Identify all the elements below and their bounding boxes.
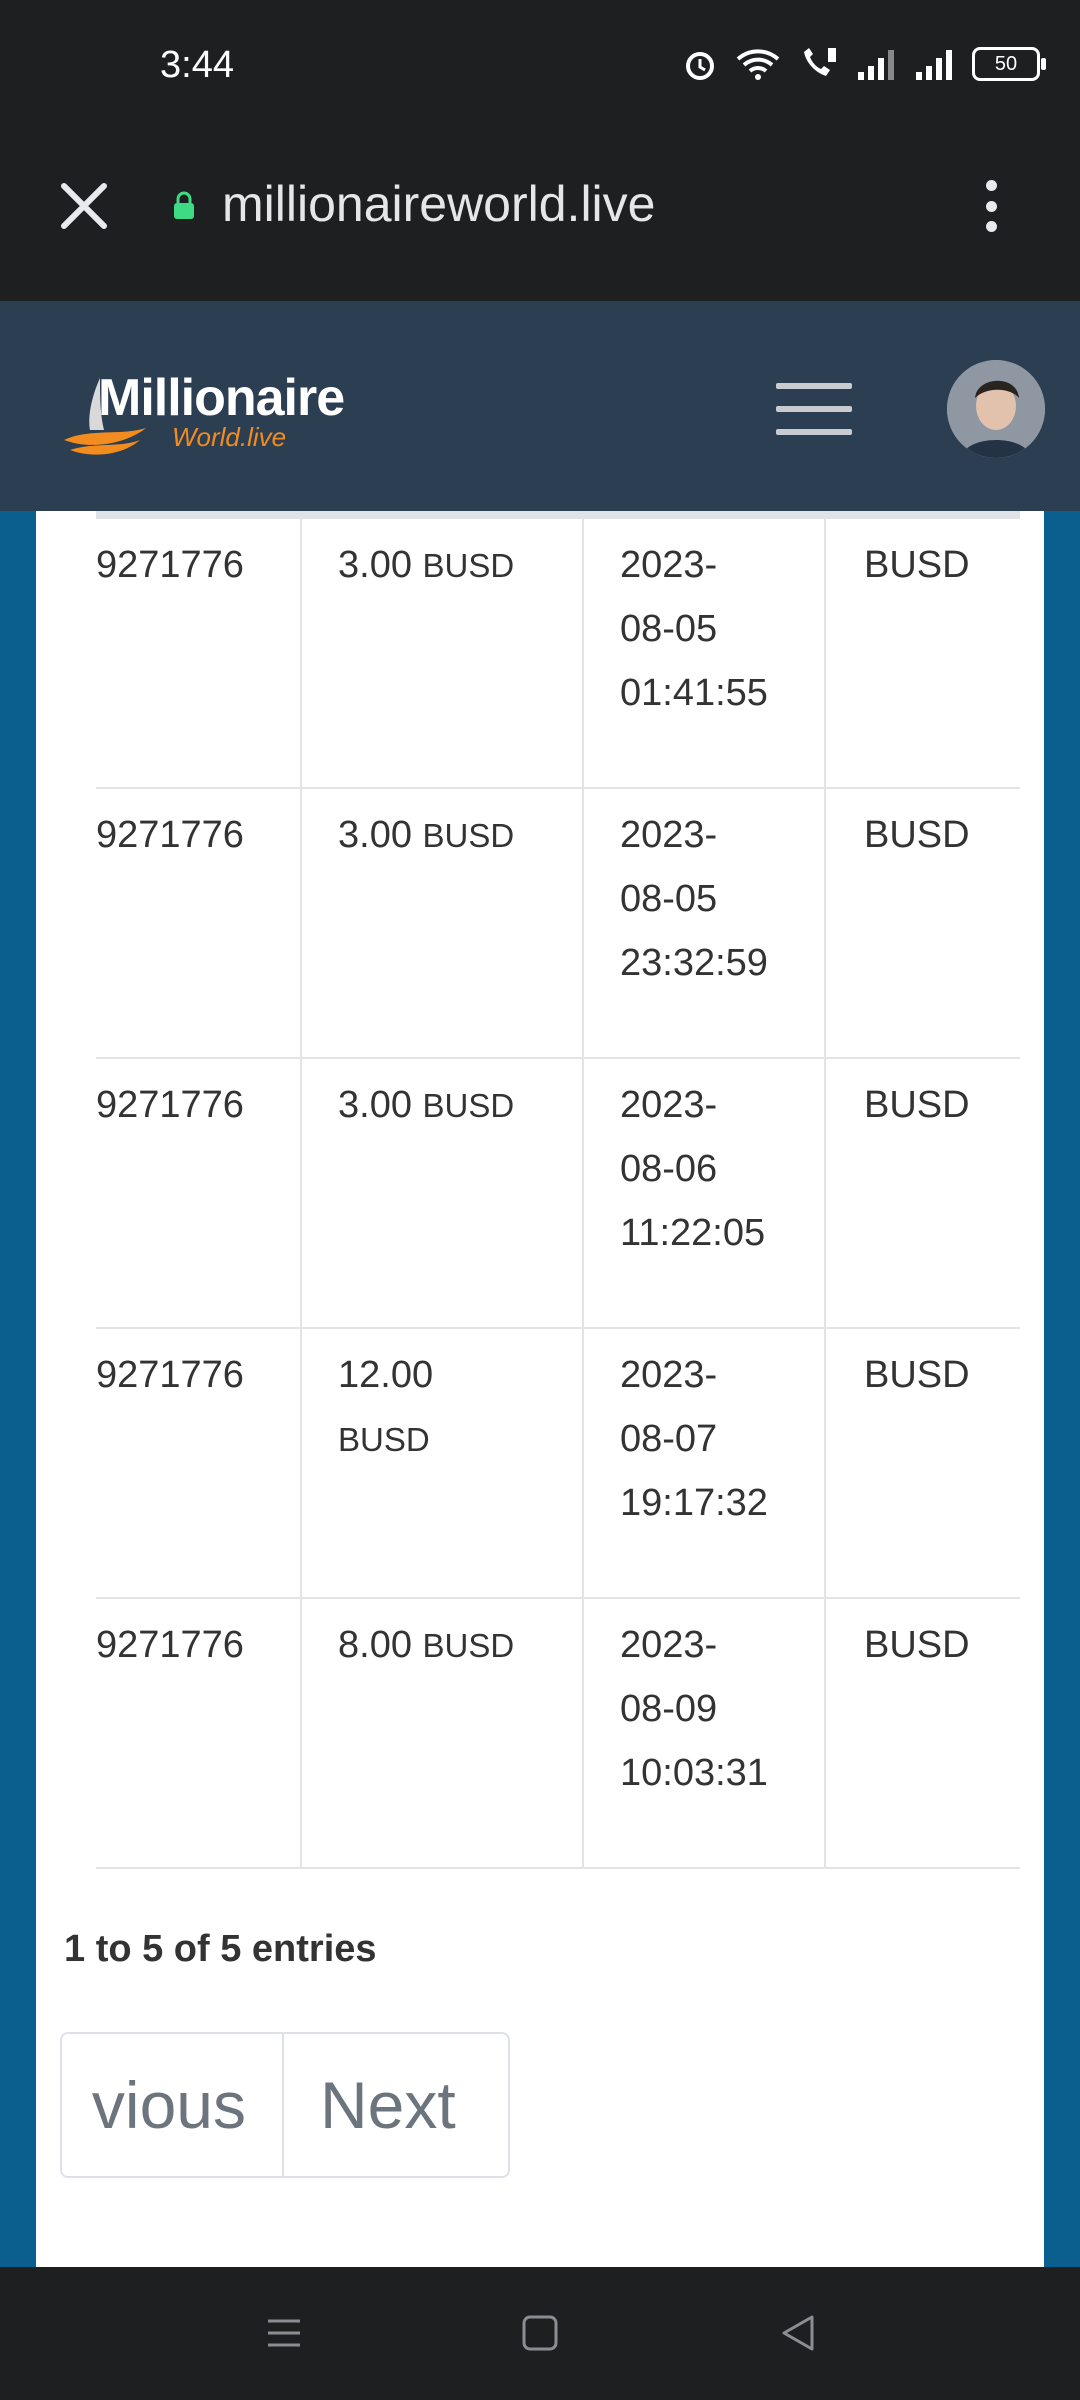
signal-icon-1 [858, 50, 894, 80]
cell-currency: BUSD [864, 544, 970, 586]
amount-currency: BUSD [422, 817, 515, 854]
cell-date: 2023- 08-06 11:22:05 [584, 1059, 826, 1327]
volte-call-icon [804, 48, 836, 76]
cell-amount: 12.00 BUSD [302, 1329, 584, 1597]
logo-text: Millionaire [98, 369, 345, 427]
date-line: 2023- [620, 1354, 718, 1396]
date-line: 08-09 [620, 1688, 718, 1730]
signal-icon-2 [916, 50, 952, 80]
date-line: 08-05 [620, 878, 718, 920]
status-time: 3:44 [160, 44, 234, 86]
user-avatar-icon [947, 360, 1045, 458]
amount-value: 12.00 [338, 1354, 434, 1396]
more-options-icon[interactable] [986, 180, 1002, 232]
logo-subtext: World.live [172, 422, 287, 452]
alarm-icon [686, 52, 714, 80]
cell-amount: 8.00 BUSD [302, 1599, 584, 1867]
cell-amount: 3.00 BUSD [302, 789, 584, 1057]
cell-date: 2023- 08-05 23:32:59 [584, 789, 826, 1057]
lock-icon [174, 191, 194, 219]
cell-date: 2023- 08-09 10:03:31 [584, 1599, 826, 1867]
date-line: 2023- [620, 1084, 718, 1126]
date-line: 08-06 [620, 1148, 718, 1190]
cell-id: 9271776 [96, 1599, 302, 1867]
cell-id: 9271776 [96, 1329, 302, 1597]
amount-value: 3.00 [338, 814, 412, 856]
site-logo[interactable]: Millionaire World.live [60, 369, 360, 460]
table-row: 9271776 3.00 BUSD 2023- 08-05 23:32:59 BUS… [96, 789, 1020, 1059]
table-row: 9271776 8.00 BUSD 2023- 08-09 10:03:31 BUS… [96, 1599, 1020, 1869]
status-icons: 50 [682, 46, 1046, 82]
cell-amount: 3.00 BUSD [302, 519, 584, 787]
cell-id: 9271776 [96, 789, 302, 1057]
cell-id: 9271776 [96, 1059, 302, 1327]
back-icon[interactable] [778, 2313, 818, 2353]
date-line: 11:22:05 [620, 1212, 766, 1254]
home-icon[interactable] [520, 2313, 560, 2353]
amount-value: 8.00 [338, 1624, 412, 1666]
menu-icon[interactable] [776, 383, 852, 435]
url-text[interactable]: millionaireworld.live [222, 175, 655, 233]
date-line: 01:41:55 [620, 672, 768, 714]
cell-currency: BUSD [864, 1624, 970, 1666]
table-row: 9271776 3.00 BUSD 2023- 08-06 11:22:05 BUS… [96, 1059, 1020, 1329]
cell-currency: BUSD [864, 1354, 970, 1396]
next-button[interactable]: Next [284, 2034, 508, 2176]
content-panel: 9271776 3.00 BUSD 2023- 08-05 01:41:55 BUS… [36, 511, 1044, 2267]
previous-button[interactable]: vious [62, 2034, 284, 2176]
recent-apps-icon[interactable] [264, 2313, 304, 2353]
cell-amount: 3.00 BUSD [302, 1059, 584, 1327]
amount-currency: BUSD [422, 1627, 515, 1664]
system-nav-bar [0, 2267, 1080, 2400]
date-line: 08-05 [620, 608, 718, 650]
cell-date: 2023- 08-07 19:17:32 [584, 1329, 826, 1597]
cell-date: 2023- 08-05 01:41:55 [584, 519, 826, 787]
date-line: 08-07 [620, 1418, 718, 1460]
status-bar: 3:44 50 [0, 0, 1080, 135]
table-info: 1 to 5 of 5 entries [64, 1928, 377, 1970]
close-icon[interactable] [58, 180, 110, 232]
date-line: 10:03:31 [620, 1752, 768, 1794]
date-line: 2023- [620, 1624, 718, 1666]
avatar[interactable] [947, 360, 1045, 458]
date-line: 2023- [620, 814, 718, 856]
amount-currency: BUSD [338, 1421, 430, 1458]
table-header-edge [96, 511, 1020, 519]
date-line: 2023- [620, 544, 718, 586]
cell-currency: BUSD [864, 814, 970, 856]
amount-currency: BUSD [422, 547, 515, 584]
battery-icon: 50 [972, 47, 1046, 81]
date-line: 19:17:32 [620, 1482, 768, 1524]
table-row: 9271776 3.00 BUSD 2023- 08-05 01:41:55 BUS… [96, 519, 1020, 789]
amount-value: 3.00 [338, 544, 412, 586]
date-line: 23:32:59 [620, 942, 768, 984]
pagination: vious Next [60, 2032, 510, 2178]
wifi-icon [736, 49, 780, 80]
amount-currency: BUSD [422, 1087, 515, 1124]
cell-currency: BUSD [864, 1084, 970, 1126]
amount-value: 3.00 [338, 1084, 412, 1126]
cell-id: 9271776 [96, 519, 302, 787]
table-row: 9271776 12.00 BUSD 2023- 08-07 19:17:32 BUS… [96, 1329, 1020, 1599]
